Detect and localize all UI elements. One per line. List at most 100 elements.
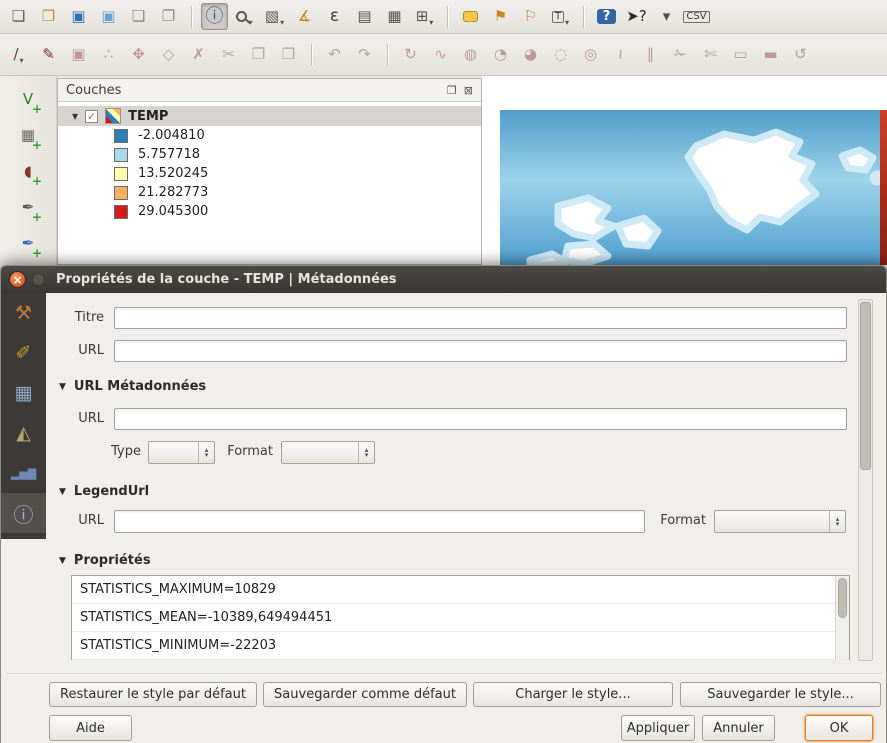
- list-scrollbar[interactable]: [835, 576, 849, 659]
- identify-icon[interactable]: ⓘ: [201, 3, 228, 30]
- legend-class-row[interactable]: 29.045300: [58, 202, 481, 221]
- property-row[interactable]: STATISTICS_MAXIMUM=10829: [72, 576, 849, 604]
- merge-features-icon[interactable]: ▭: [727, 41, 754, 68]
- capture-point-icon[interactable]: ∴: [95, 41, 122, 68]
- add-csv-layer-icon[interactable]: CSV: [683, 3, 710, 30]
- legend-class-row[interactable]: -2.004810: [58, 126, 481, 145]
- measure-icon[interactable]: ∡: [291, 3, 318, 30]
- url-input[interactable]: [114, 340, 847, 362]
- redo-icon[interactable]: ↷: [351, 41, 378, 68]
- add-vector-layer-icon[interactable]: V+: [13, 84, 43, 114]
- section-url-metadata[interactable]: ▼ URL Métadonnées: [59, 379, 206, 394]
- section-legend-url[interactable]: ▼ LegendUrl: [59, 484, 149, 499]
- raster-calculator-icon[interactable]: ▦: [381, 3, 408, 30]
- type-select[interactable]: ▴▾: [148, 441, 215, 464]
- property-row[interactable]: STATISTICS_MEAN=-10389,649494451: [72, 604, 849, 632]
- ok-button[interactable]: OK: [805, 715, 873, 741]
- delete-part-icon[interactable]: ◎: [577, 41, 604, 68]
- window-close-button[interactable]: ×: [9, 271, 26, 288]
- add-wfs-layer-icon[interactable]: ✒+: [13, 228, 43, 258]
- tab-transparency[interactable]: ▦: [1, 373, 46, 413]
- add-raster-layer-icon[interactable]: ▦+: [13, 120, 43, 150]
- copy-features-icon[interactable]: ❐: [245, 41, 272, 68]
- expander-icon[interactable]: ▼: [72, 112, 78, 121]
- current-edits-icon[interactable]: ∕▾: [5, 41, 32, 68]
- select-features-icon[interactable]: ▧▾: [261, 3, 288, 30]
- section-properties[interactable]: ▼ Propriétés: [59, 553, 151, 568]
- legend-class-row[interactable]: 21.282773: [58, 183, 481, 202]
- save-project-as-icon[interactable]: ▣: [95, 3, 122, 30]
- save-style-button[interactable]: Sauvegarder le style...: [680, 682, 881, 707]
- layer-visibility-checkbox[interactable]: ✓: [85, 110, 98, 123]
- cancel-button[interactable]: Annuler: [702, 715, 775, 741]
- statistics-icon[interactable]: ε: [321, 3, 348, 30]
- toolbar-overflow-icon[interactable]: ▾: [653, 3, 680, 30]
- add-spatialite-layer-icon[interactable]: ✒+: [13, 192, 43, 222]
- window-menu-button[interactable]: [32, 273, 45, 286]
- legend-url-input[interactable]: [114, 510, 645, 533]
- add-ring-icon[interactable]: ◍: [457, 41, 484, 68]
- legend-format-select[interactable]: ▴▾: [714, 510, 846, 533]
- add-part-icon[interactable]: ◔: [487, 41, 514, 68]
- zoom-icon[interactable]: ▾: [231, 3, 258, 30]
- text-annotation-icon[interactable]: T▾: [547, 3, 574, 30]
- delete-selected-icon[interactable]: ✗: [185, 41, 212, 68]
- metadata-format-select[interactable]: ▴▾: [281, 441, 375, 464]
- data-grid-icon[interactable]: ⊞▾: [411, 3, 438, 30]
- rotate-point-symbols-icon[interactable]: ↺: [787, 41, 814, 68]
- reshape-features-icon[interactable]: ≀: [607, 41, 634, 68]
- title-input[interactable]: [114, 307, 847, 329]
- panel-close-icon[interactable]: ⊠: [464, 84, 473, 97]
- paste-features-icon[interactable]: ❒: [275, 41, 302, 68]
- new-project-icon[interactable]: ❏: [5, 3, 32, 30]
- restore-default-style-button[interactable]: Restaurer le style par défaut: [49, 682, 257, 707]
- legend-class-row[interactable]: 13.520245: [58, 164, 481, 183]
- panel-float-icon[interactable]: ❐: [447, 84, 457, 97]
- undo-icon[interactable]: ↶: [321, 41, 348, 68]
- show-bookmarks-icon[interactable]: ⚐: [517, 3, 544, 30]
- tab-metadata[interactable]: ⓘ: [1, 493, 46, 533]
- simplify-feature-icon[interactable]: ∿: [427, 41, 454, 68]
- node-tool-icon[interactable]: ◇: [155, 41, 182, 68]
- split-features-icon[interactable]: ✁: [667, 41, 694, 68]
- cut-features-icon[interactable]: ✂: [215, 41, 242, 68]
- merge-attributes-icon[interactable]: ▬: [757, 41, 784, 68]
- tab-histogram[interactable]: ▂▅▇: [1, 453, 46, 493]
- delete-ring-icon[interactable]: ◌: [547, 41, 574, 68]
- dialog-scrollbar-thumb[interactable]: [860, 302, 871, 470]
- collapse-icon: ▼: [59, 556, 66, 566]
- apply-button[interactable]: Appliquer: [621, 715, 695, 741]
- load-style-button[interactable]: Charger le style...: [473, 682, 673, 707]
- save-project-icon[interactable]: ▣: [65, 3, 92, 30]
- layer-row-temp[interactable]: ▼ ✓ TEMP: [58, 106, 481, 126]
- rotate-feature-icon[interactable]: ↻: [397, 41, 424, 68]
- composer-manager-icon[interactable]: ❐: [155, 3, 182, 30]
- save-as-default-style-button[interactable]: Sauvegarder comme défaut: [263, 682, 467, 707]
- tab-general[interactable]: ⚒: [1, 293, 46, 333]
- whats-this-icon[interactable]: ➤?: [623, 3, 650, 30]
- rotate-point-symbols-icon-glyph: ↺: [794, 47, 807, 62]
- new-composer-icon[interactable]: ❏: [125, 3, 152, 30]
- maptips-icon[interactable]: [457, 3, 484, 30]
- move-feature-icon[interactable]: ✥: [125, 41, 152, 68]
- dialog-scrollbar[interactable]: [858, 299, 873, 661]
- help-icon[interactable]: ?: [593, 3, 620, 30]
- toggle-editing-icon[interactable]: ✎: [35, 41, 62, 68]
- new-bookmark-icon[interactable]: ⚑: [487, 3, 514, 30]
- attribute-table-icon[interactable]: ▤: [351, 3, 378, 30]
- offset-curve-icon[interactable]: ∥: [637, 41, 664, 68]
- fill-ring-icon[interactable]: ◕: [517, 41, 544, 68]
- legend-class-row[interactable]: 5.757718: [58, 145, 481, 164]
- split-parts-icon[interactable]: ✄: [697, 41, 724, 68]
- metadata-url-input[interactable]: [114, 408, 847, 430]
- map-canvas[interactable]: [482, 76, 887, 265]
- property-row[interactable]: STATISTICS_MINIMUM=-22203: [72, 632, 849, 660]
- list-scrollbar-thumb[interactable]: [838, 578, 847, 618]
- open-project-icon[interactable]: ❒: [35, 3, 62, 30]
- dialog-titlebar[interactable]: × Propriétés de la couche - TEMP | Métad…: [1, 266, 886, 293]
- save-edits-icon[interactable]: ▣: [65, 41, 92, 68]
- help-button[interactable]: Aide: [49, 715, 132, 741]
- tab-pyramids[interactable]: ◭: [1, 413, 46, 453]
- add-postgis-layer-icon[interactable]: ◖+: [13, 156, 43, 186]
- tab-style[interactable]: ✐: [1, 333, 46, 373]
